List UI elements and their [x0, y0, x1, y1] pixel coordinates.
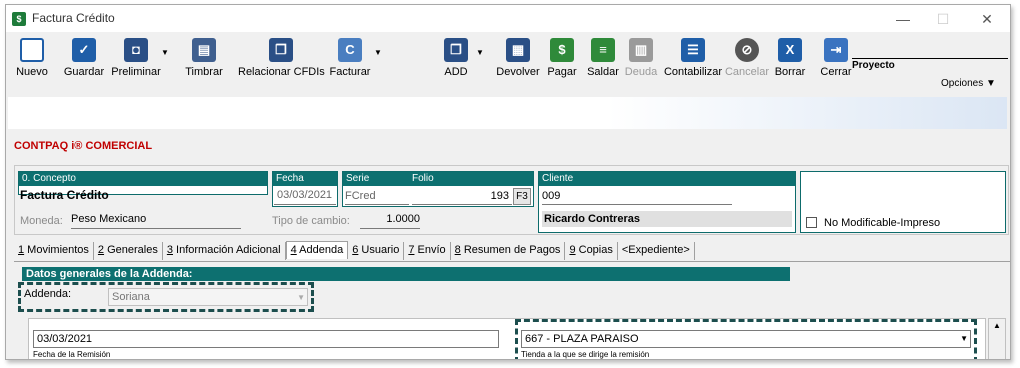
- close-button[interactable]: ✕: [972, 9, 1002, 29]
- serie-field[interactable]: FCred: [345, 190, 409, 205]
- f3-button[interactable]: F3: [513, 188, 531, 205]
- timbrar-button[interactable]: ▤ Timbrar: [182, 38, 226, 78]
- minimize-button[interactable]: —: [888, 9, 918, 29]
- nuevo-icon: [20, 38, 44, 62]
- devolver-icon: ▦: [506, 38, 530, 62]
- addenda-label: Addenda:: [24, 288, 72, 300]
- addenda-panel: Datos generales de la Addenda: Addenda: …: [14, 261, 1010, 359]
- factura-window: $ Factura Crédito — ☐ ✕ Nuevo ✓ Guardar …: [5, 4, 1011, 360]
- fecha-field[interactable]: 03/03/2021: [274, 187, 336, 205]
- contabilizar-icon: ☰: [681, 38, 705, 62]
- tienda-label: Tienda a la que se dirige la remisión: [521, 350, 650, 359]
- saldar-button[interactable]: ≡ Saldar: [584, 38, 622, 78]
- cancelar-button[interactable]: ⊘ Cancelar: [724, 38, 770, 78]
- app-icon: $: [12, 12, 26, 26]
- title-bar: $ Factura Crédito — ☐ ✕: [6, 5, 1010, 32]
- borrar-icon: X: [778, 38, 802, 62]
- serie-folio-header: Serie Folio: [343, 172, 533, 186]
- devolver-button[interactable]: ▦ Devolver: [494, 38, 542, 78]
- cliente-header: Cliente: [539, 172, 795, 186]
- vertical-scrollbar[interactable]: ▲: [988, 318, 1006, 359]
- proyecto-divider: [852, 58, 1008, 59]
- tab-resumen-pagos[interactable]: 8 Resumen de Pagos: [451, 242, 566, 260]
- no-modificable-checkbox[interactable]: [806, 217, 817, 228]
- chevron-down-icon: ▼: [297, 293, 305, 302]
- tab-expediente[interactable]: <Expediente>: [618, 242, 695, 260]
- maximize-button[interactable]: ☐: [928, 9, 958, 29]
- fecha-group: Fecha 03/03/2021: [272, 171, 338, 207]
- moneda-label: Moneda:: [20, 215, 63, 227]
- addenda-select[interactable]: Soriana ▼: [108, 288, 308, 306]
- contabilizar-button[interactable]: ☰ Contabilizar: [662, 38, 724, 78]
- nuevo-button[interactable]: Nuevo: [12, 38, 52, 78]
- facturar-dropdown-icon[interactable]: ▼: [374, 48, 382, 57]
- add-button[interactable]: ❐ ADD: [436, 38, 476, 78]
- preliminar-dropdown-icon[interactable]: ▼: [161, 48, 169, 57]
- cerrar-button[interactable]: ⇥ Cerrar: [818, 38, 854, 78]
- preliminar-icon: ◘: [124, 38, 148, 62]
- fecha-header: Fecha: [273, 172, 337, 186]
- tab-envio[interactable]: 7 Envío: [404, 242, 451, 260]
- pagar-icon: $: [550, 38, 574, 62]
- tab-addenda[interactable]: 4 Addenda: [285, 241, 349, 259]
- facturar-icon: C: [338, 38, 362, 62]
- relacionar-icon: ❐: [269, 38, 293, 62]
- deuda-button[interactable]: ▥ Deuda: [622, 38, 660, 78]
- opciones-menu[interactable]: Opciones ▼: [941, 78, 996, 89]
- cliente-code-field[interactable]: 009: [542, 190, 732, 205]
- fecha-remision-label: Fecha de la Remisión: [33, 350, 111, 359]
- no-modificable-label: No Modificable-Impreso: [824, 217, 941, 229]
- fecha-remision-field[interactable]: 03/03/2021: [33, 330, 499, 348]
- tienda-select[interactable]: 667 - PLAZA PARAISO ▼: [521, 330, 971, 348]
- cancelar-icon: ⊘: [735, 38, 759, 62]
- preliminar-button[interactable]: ◘ Preliminar: [106, 38, 166, 78]
- addenda-fields-panel: 03/03/2021 Fecha de la Remisión 667 - PL…: [28, 318, 986, 359]
- relacionar-cfdis-button[interactable]: ❐ Relacionar CFDIs: [238, 38, 325, 78]
- chevron-down-icon: ▼: [960, 334, 968, 343]
- moneda-field[interactable]: Peso Mexicano: [71, 213, 241, 229]
- toolbar: Nuevo ✓ Guardar ◘ Preliminar ▼ ▤ Timbrar…: [6, 32, 1010, 92]
- guardar-button[interactable]: ✓ Guardar: [58, 38, 110, 78]
- chevron-down-icon: ▼: [986, 78, 996, 89]
- add-icon: ❐: [444, 38, 468, 62]
- borrar-button[interactable]: X Borrar: [772, 38, 808, 78]
- scroll-up-icon[interactable]: ▲: [989, 319, 1005, 333]
- concepto-header: 0. Concepto: [19, 172, 267, 186]
- guardar-icon: ✓: [72, 38, 96, 62]
- timbrar-icon: ▤: [192, 38, 216, 62]
- add-dropdown-icon[interactable]: ▼: [476, 48, 484, 57]
- banner-area: [8, 97, 1007, 129]
- cerrar-icon: ⇥: [824, 38, 848, 62]
- tab-generales[interactable]: 2 Generales: [94, 242, 163, 260]
- concepto-value[interactable]: Factura Crédito: [20, 188, 109, 202]
- cliente-name-field: Ricardo Contreras: [542, 211, 792, 227]
- tipo-cambio-label: Tipo de cambio:: [272, 215, 350, 227]
- tipo-cambio-field[interactable]: 1.0000: [360, 213, 420, 229]
- tab-strip: 1 Movimientos 2 Generales 3 Información Ad…: [14, 241, 695, 261]
- tab-usuario[interactable]: 6 Usuario: [348, 242, 405, 260]
- folio-field[interactable]: 193: [412, 190, 512, 205]
- proyecto-label: Proyecto: [852, 60, 895, 71]
- tab-informacion-adicional[interactable]: 3 Información Adicional: [163, 242, 286, 260]
- facturar-button[interactable]: C Facturar: [326, 38, 374, 78]
- window-title: Factura Crédito: [32, 11, 115, 25]
- deuda-icon: ▥: [629, 38, 653, 62]
- brand-title: CONTPAQ i® COMERCIAL: [14, 140, 153, 152]
- saldar-icon: ≡: [591, 38, 615, 62]
- pagar-button[interactable]: $ Pagar: [544, 38, 580, 78]
- tab-movimientos[interactable]: 1 Movimientos: [14, 242, 94, 260]
- tab-copias[interactable]: 9 Copias: [565, 242, 618, 260]
- addenda-section-header: Datos generales de la Addenda:: [22, 267, 790, 281]
